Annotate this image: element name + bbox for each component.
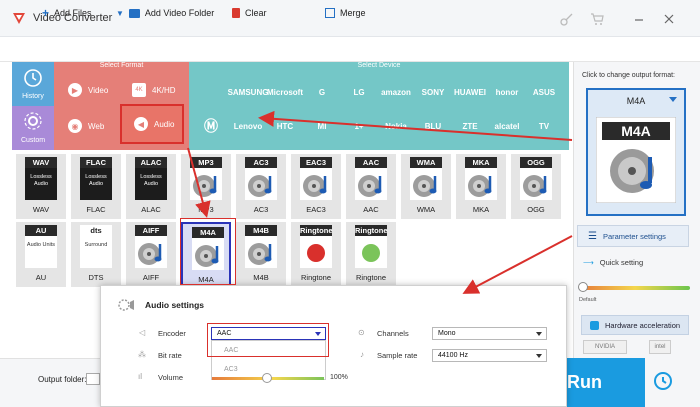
arrow-to-m4a <box>187 147 211 218</box>
annotation-arrows <box>187 110 573 294</box>
arrow-to-settings <box>462 235 573 294</box>
arrow-to-audio <box>258 110 573 141</box>
m4a-highlight <box>180 218 236 285</box>
